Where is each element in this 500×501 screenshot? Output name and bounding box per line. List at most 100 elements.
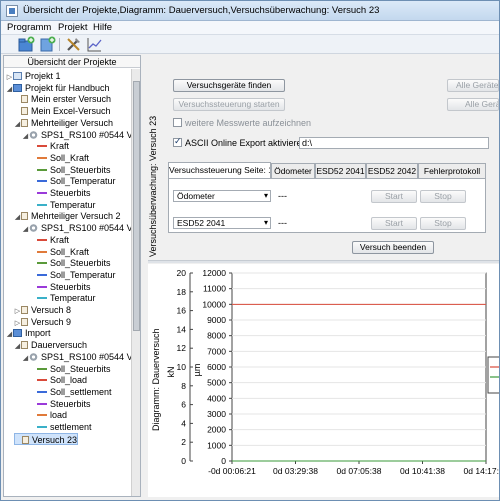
tree-item[interactable]: Soll_Temperatur [30,175,116,187]
start-button-1[interactable]: Start [371,190,417,203]
export-path-field[interactable]: d:\ [299,137,489,149]
tab-control-page-1[interactable]: Versuchssteuerung Seite: 1 [168,162,271,178]
start-button-2[interactable]: Start [371,217,417,230]
menu-programm[interactable]: Programm [7,22,51,33]
collapse-arrow-icon[interactable]: ◢ [6,84,13,96]
tree-item[interactable]: ◢ Dauerversuch [14,339,87,351]
collapse-arrow-icon[interactable]: ◢ [6,329,13,341]
tree-item-label: Projekt 1 [25,71,61,81]
all-devices-button-2[interactable]: Alle Geräte [447,98,499,111]
tree-item[interactable]: ◢ SPS1_RS100 #0544 V1.0 [22,351,131,363]
end-test-button[interactable]: Versuch beenden [352,241,434,254]
tree-item[interactable]: ◢ Import [6,327,51,339]
tree-item[interactable]: ◢ Projekt für Handbuch [6,82,110,94]
tree-item[interactable]: Steuerbits [30,281,91,293]
chart-icon[interactable] [86,36,103,53]
tree-item-label: settlement [50,422,92,432]
tree-item[interactable]: Soll_Steuerbits [30,257,111,269]
tree-item-label: Mein Excel-Versuch [31,106,111,117]
tree-item[interactable]: ▷ Versuch 9 [14,316,71,328]
tree-item[interactable]: Temperatur [30,199,96,211]
tree-item-label: Mehrteiliger Versuch [31,117,114,128]
tree-scrollbar[interactable] [131,69,140,496]
menu-bar: Programm Projekt Hilfe [1,21,499,35]
tree-item-label: Steuerbits [50,188,91,198]
tab-oedometer[interactable]: Ödometer [271,163,315,178]
ascii-export-checkbox[interactable] [173,136,182,147]
tree-item[interactable]: ▷ Versuch 8 [14,304,71,316]
new-project-icon[interactable] [18,36,35,53]
tree-item[interactable]: ◢ Mehrteiliger Versuch [14,117,113,129]
app-window: Übersicht der Projekte,Diagramm: Dauerve… [0,0,500,501]
left-tick-label: 14 [177,324,187,334]
tree-item[interactable]: Kraft [30,234,69,246]
x-tick-label: 0d 03:29:38 [273,466,318,476]
all-devices-button-1[interactable]: Alle Geräte [447,79,499,92]
collapse-arrow-icon[interactable]: ◢ [22,224,29,236]
tools-icon[interactable] [65,36,82,53]
channel-icon [37,367,47,370]
window-title: Übersicht der Projekte,Diagramm: Dauerve… [23,5,380,16]
tree-item[interactable]: Soll_settlement [30,386,112,398]
tree-item-label: Soll_Temperatur [50,176,116,187]
left-axis-label: kN [166,367,176,378]
channel-icon [37,390,47,393]
panel-splitter[interactable] [148,260,499,263]
stop-button-2[interactable]: Stop [420,217,466,230]
channel-icon [37,402,47,405]
tree-item[interactable]: Soll_load [30,374,87,386]
channel-icon [37,168,47,171]
menu-projekt[interactable]: Projekt [58,22,88,33]
tree-item[interactable]: Mein Excel-Versuch [14,105,111,117]
tree-item[interactable]: Soll_Steuerbits [30,164,111,176]
channel-icon [37,414,47,417]
channel-icon [37,297,47,300]
tree-item[interactable]: Steuerbits [30,187,91,199]
tree-item[interactable]: ◢ Mehrteiliger Versuch 2 [14,210,121,222]
tree-item-label: Soll_Steuerbits [50,363,111,374]
collapse-arrow-icon[interactable]: ◢ [14,119,21,131]
tree-item[interactable]: Temperatur [30,292,96,304]
test-icon [21,306,28,314]
tree-item[interactable]: ▷ Projekt 1 [6,70,61,82]
test-icon [21,212,28,221]
tree-item[interactable]: Soll_Kraft [30,152,89,164]
tree-item[interactable]: Soll_Temperatur [30,269,116,281]
tab-error-log[interactable]: Fehlerprotokoll [418,163,486,178]
device-select-2[interactable]: ESD52 2041 [173,217,271,229]
left-tick-label: 0 [181,456,186,466]
project-overview-header: Übersicht der Projekte [4,56,140,68]
collapse-arrow-icon[interactable]: ◢ [14,212,21,224]
collapse-arrow-icon[interactable]: ◢ [14,341,21,353]
tree-item[interactable]: ◢ SPS1_RS100 #0544 V1.0 [22,222,131,234]
device-icon [29,130,38,139]
test-icon [21,341,28,350]
device-select-1[interactable]: Ödometer [173,190,271,202]
new-item-icon[interactable] [39,36,56,53]
tree-item[interactable]: Kraft [30,140,69,152]
tree-item[interactable]: Soll_Kraft [30,246,89,258]
tree-item-label: Soll_Temperatur [50,269,116,280]
tree-item[interactable]: settlement [30,421,92,433]
tree-item[interactable]: Soll_Steuerbits [30,363,111,375]
tree-item[interactable]: Mein erster Versuch [14,93,111,105]
folder-icon [13,72,22,80]
channel-icon [37,145,47,148]
tree-item[interactable]: Versuch 23 [14,432,79,445]
tree-item[interactable]: Steuerbits [30,398,91,410]
record-more-checkbox[interactable] [173,118,182,127]
tab-esd52-2042[interactable]: ESD52 2042 [366,163,418,178]
toolbar-separator [59,38,60,51]
tree-item-label: Kraft [50,141,70,152]
menu-hilfe[interactable]: Hilfe [93,22,112,33]
tree-item[interactable]: ◢ SPS1_RS100 #0544 V1.0 [22,129,131,141]
start-control-button[interactable]: Versuchssteuerung starten [173,98,285,111]
tree-scroll-thumb[interactable] [133,81,140,331]
collapse-arrow-icon[interactable]: ◢ [22,353,29,365]
collapse-arrow-icon[interactable]: ◢ [22,131,29,143]
tree-item[interactable]: load [30,409,67,421]
find-devices-button[interactable]: Versuchsgeräte finden [173,79,285,92]
device-tabs: Versuchssteuerung Seite: 1 Ödometer ESD5… [168,162,486,178]
tab-esd52-2041[interactable]: ESD52 2041 [315,163,366,178]
stop-button-1[interactable]: Stop [420,190,466,203]
